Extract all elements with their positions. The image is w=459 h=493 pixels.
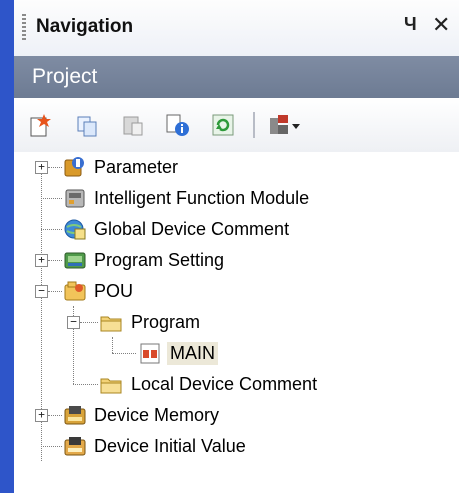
- tree-connector: [48, 167, 62, 168]
- tree-item-label: MAIN: [167, 342, 218, 365]
- tree-connector: [41, 198, 62, 199]
- panel-title: Navigation: [36, 16, 134, 37]
- tree-connector: [48, 415, 62, 416]
- refresh-icon[interactable]: [210, 112, 236, 138]
- tool-dropdown-icon[interactable]: [266, 112, 302, 138]
- folder-icon: [100, 316, 122, 332]
- toolbar-separator: [253, 112, 255, 138]
- tree-connector: [41, 229, 62, 230]
- program-file-icon: [140, 343, 160, 364]
- tree-connector: [48, 291, 62, 292]
- tree-connector: [112, 353, 136, 354]
- tree-item-label: Device Memory: [94, 405, 220, 425]
- tree-connector: [80, 322, 98, 323]
- tree-item-label: POU: [94, 281, 134, 301]
- tree-item-label: Local Device Comment: [131, 374, 318, 394]
- program-setting-icon: [64, 252, 86, 269]
- folder-icon: [100, 378, 122, 394]
- copy-icon[interactable]: [74, 112, 100, 138]
- pin-icon[interactable]: Ч: [404, 14, 417, 35]
- pou-icon: [64, 281, 86, 301]
- expand-toggle[interactable]: +: [35, 409, 48, 422]
- project-section-title: Project: [32, 65, 98, 88]
- tree-item-label: Program: [131, 312, 201, 332]
- module-icon: [65, 189, 85, 208]
- project-tree: + Parameter Intelligent Function Module: [14, 152, 459, 493]
- collapse-toggle[interactable]: −: [67, 316, 80, 329]
- paste-icon[interactable]: [120, 112, 146, 138]
- tree-item-label: Parameter: [94, 157, 179, 177]
- expand-toggle[interactable]: +: [35, 254, 48, 267]
- toolbar: [14, 98, 459, 152]
- project-section-header[interactable]: Project: [14, 56, 459, 98]
- navigation-panel: Navigation Ч ✕ Project + Parameter Intel…: [0, 0, 459, 493]
- parameter-icon: [64, 157, 84, 177]
- drag-grip-icon[interactable]: [22, 14, 26, 40]
- tree-item-label: Program Setting: [94, 250, 225, 270]
- tree-item-label: Global Device Comment: [94, 219, 290, 239]
- global-comment-icon: [64, 219, 86, 240]
- device-memory-icon: [64, 406, 86, 425]
- device-initial-value-icon: [64, 437, 86, 456]
- title-bar[interactable]: Navigation Ч ✕: [14, 0, 459, 57]
- tree-item-label: Device Initial Value: [94, 436, 246, 456]
- tree-connector: [48, 260, 62, 261]
- collapse-toggle[interactable]: −: [35, 285, 48, 298]
- properties-icon[interactable]: [164, 112, 190, 138]
- new-data-icon[interactable]: [28, 112, 54, 138]
- tree-item-label: Intelligent Function Module: [94, 188, 310, 208]
- close-icon[interactable]: ✕: [432, 12, 450, 38]
- tree-connector: [41, 446, 62, 447]
- tree-connector: [73, 384, 98, 385]
- expand-toggle[interactable]: +: [35, 161, 48, 174]
- tree-connector: [112, 337, 113, 353]
- left-accent-strip: [0, 0, 14, 493]
